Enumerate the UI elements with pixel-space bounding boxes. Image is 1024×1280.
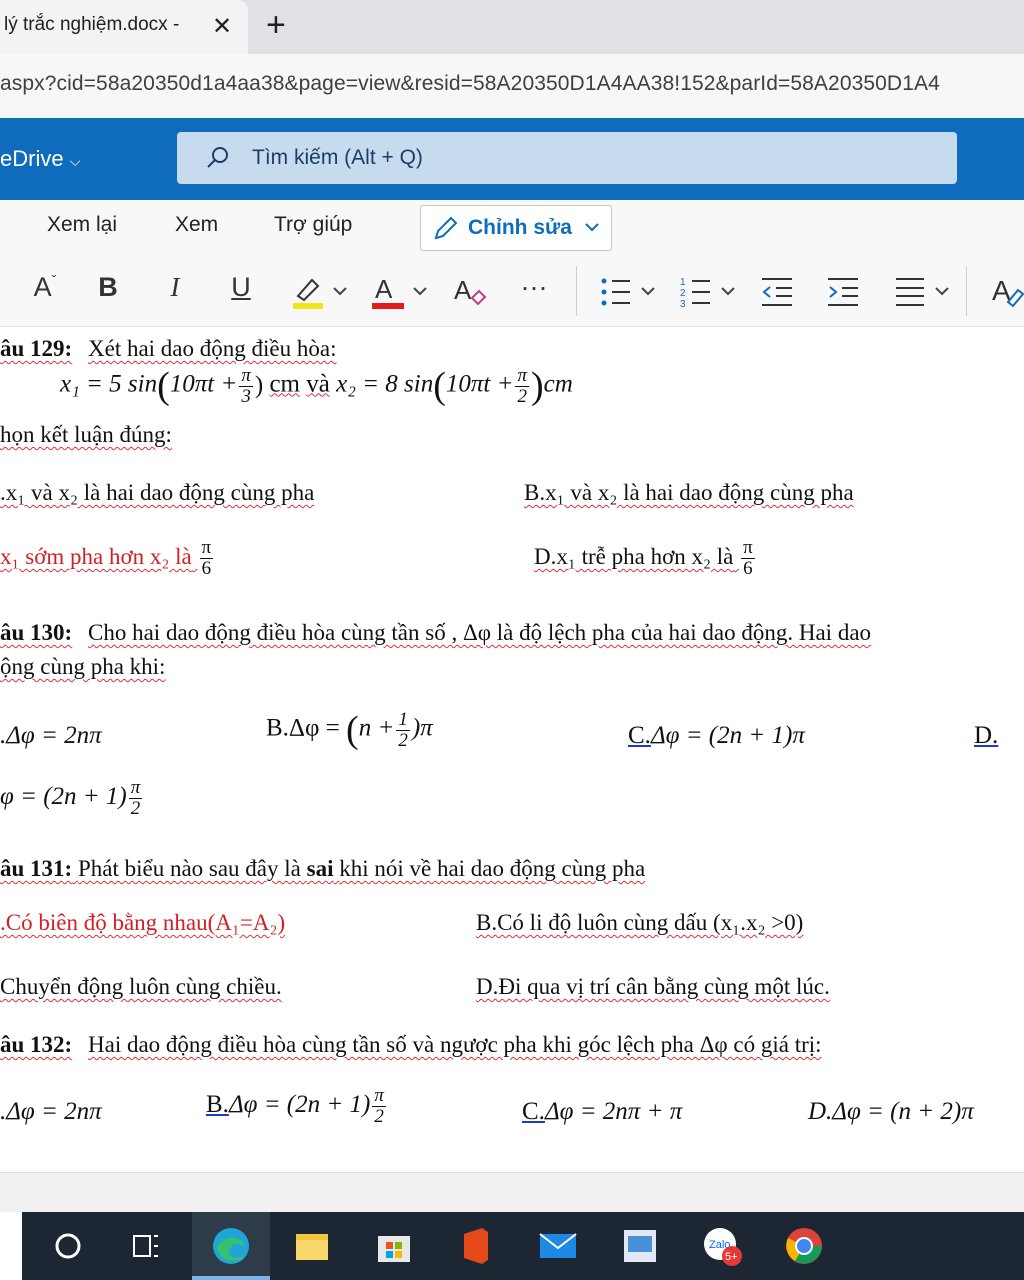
question-132-text: Hai dao động điều hòa cùng tần số và ngư… (88, 1032, 822, 1057)
toolbar-separator (966, 266, 967, 316)
clear-format-icon[interactable]: A (452, 272, 490, 312)
question-129-prompt: họn kết luận đúng: (0, 422, 172, 447)
question-130-text: Cho hai dao động điều hòa cùng tần số , … (88, 620, 872, 645)
option-a: .Δφ = 2nπ (0, 722, 102, 749)
svg-text:A: A (375, 274, 393, 304)
option-a: .x₁ và x₂ là hai dao động cùng pha (0, 480, 315, 505)
italic-button[interactable]: I (160, 272, 190, 312)
active-indicator (192, 1276, 270, 1280)
task-view-icon[interactable] (124, 1224, 168, 1268)
mail-icon[interactable] (536, 1224, 580, 1268)
question-129-label: âu 129: (0, 336, 73, 361)
more-options-icon[interactable]: ··· (514, 272, 554, 312)
search-input[interactable]: Tìm kiếm (Alt + Q) (252, 146, 423, 170)
file-explorer-icon[interactable] (290, 1224, 334, 1268)
edge-icon[interactable] (209, 1224, 253, 1268)
document-footer-area (0, 1172, 1024, 1213)
decrease-indent-icon[interactable] (760, 274, 796, 310)
zalo-icon[interactable]: Zalo 5+ (700, 1224, 744, 1268)
question-130-text-cont: ộng cùng pha khi: (0, 654, 166, 679)
onedrive-brand[interactable]: eDrive ⌵ (0, 146, 80, 172)
chrome-icon[interactable] (782, 1224, 826, 1268)
option-b: B.Có li độ luôn cùng dấu (x₁.x₂ >0) (476, 910, 804, 935)
increase-indent-icon[interactable] (826, 274, 862, 310)
underline-button[interactable]: U (226, 272, 256, 312)
search-icon[interactable] (46, 1224, 90, 1268)
pencil-icon (434, 216, 458, 240)
option-d-cont: φ = (2n + 1) π 2 (0, 777, 143, 819)
option-d: D.x₁ trễ pha hơn x₂ là π6 (534, 537, 755, 579)
svg-text:5+: 5+ (725, 1251, 738, 1263)
fraction: π2 (515, 364, 529, 407)
styles-icon[interactable]: A (990, 272, 1024, 312)
store-icon[interactable] (372, 1224, 416, 1268)
option-d: D.Δφ = (n + 2)π (808, 1098, 974, 1125)
fraction: π2 (128, 777, 143, 819)
bold-button[interactable]: B (93, 272, 123, 312)
new-tab-button[interactable]: + (266, 6, 286, 45)
question-130-label: âu 130: (0, 620, 73, 645)
option-b: B.Δφ = (2n + 1) π 2 (206, 1085, 386, 1127)
option-c: C.Δφ = (2n + 1)π (628, 722, 805, 749)
fraction: π6 (199, 537, 214, 579)
option-b: B.Δφ = (n +1 2)π (266, 708, 433, 751)
office-icon[interactable] (454, 1224, 498, 1268)
question-131-text: âu 131: Phát biểu nào sau đây là sai khi… (0, 856, 646, 881)
edit-label: Chỉnh sửa (468, 216, 572, 239)
align-icon[interactable] (892, 274, 954, 310)
menu-view[interactable]: Xem (175, 213, 218, 237)
numbered-list-icon[interactable]: 1 2 3 (678, 274, 740, 310)
option-a: .Có biên độ bằng nhau(A₁=A₂) (0, 910, 286, 935)
tab-close-icon[interactable]: ✕ (212, 12, 232, 41)
option-d: D. (974, 722, 999, 749)
chevron-down-icon (585, 223, 599, 232)
svg-text:A: A (454, 275, 472, 305)
option-c: x₁ sớm pha hơn x₂ là π6 (0, 537, 214, 579)
menu-help[interactable]: Trợ giúp (274, 213, 352, 237)
option-c: C.Δφ = 2nπ + π (522, 1098, 683, 1125)
option-c: Chuyển động luôn cùng chiều. (0, 974, 282, 999)
option-b: B.x₁ và x₂ là hai dao động cùng pha (524, 480, 854, 505)
font-size-button[interactable]: Aˇ (28, 272, 62, 312)
option-a: .Δφ = 2nπ (0, 1098, 102, 1125)
chevron-down-icon: ⌵ (69, 153, 81, 169)
fraction: π2 (372, 1085, 386, 1127)
svg-text:2: 2 (680, 288, 686, 299)
svg-text:1: 1 (680, 277, 686, 288)
fraction: π3 (239, 364, 253, 407)
fraction: 12 (396, 708, 410, 751)
toolbar-separator (576, 266, 577, 316)
question-129-text: Xét hai dao động điều hòa: (88, 336, 337, 361)
fraction: π6 (741, 537, 755, 579)
start-button-edge[interactable] (0, 1212, 22, 1280)
bullet-list-icon[interactable] (598, 274, 660, 310)
search-icon (207, 147, 228, 168)
url-text[interactable]: aspx?cid=58a20350d1a4aa38&page=view&resi… (0, 72, 940, 96)
highlight-icon[interactable] (290, 272, 352, 312)
font-color-icon[interactable]: A (370, 272, 432, 312)
image-viewer-icon[interactable] (618, 1224, 662, 1268)
svg-text:3: 3 (680, 299, 686, 310)
option-d: D.Đi qua vị trí cân bằng cùng một lúc. (476, 974, 830, 999)
equation-129: x₁ = 5 sin(10πt + π 3) cm và x₂ = 8 sin(10… (60, 364, 573, 407)
menu-review[interactable]: Xem lại (47, 213, 117, 237)
tab-title: lý trắc nghiệm.docx - (4, 14, 180, 35)
question-132-label: âu 132: (0, 1032, 73, 1057)
